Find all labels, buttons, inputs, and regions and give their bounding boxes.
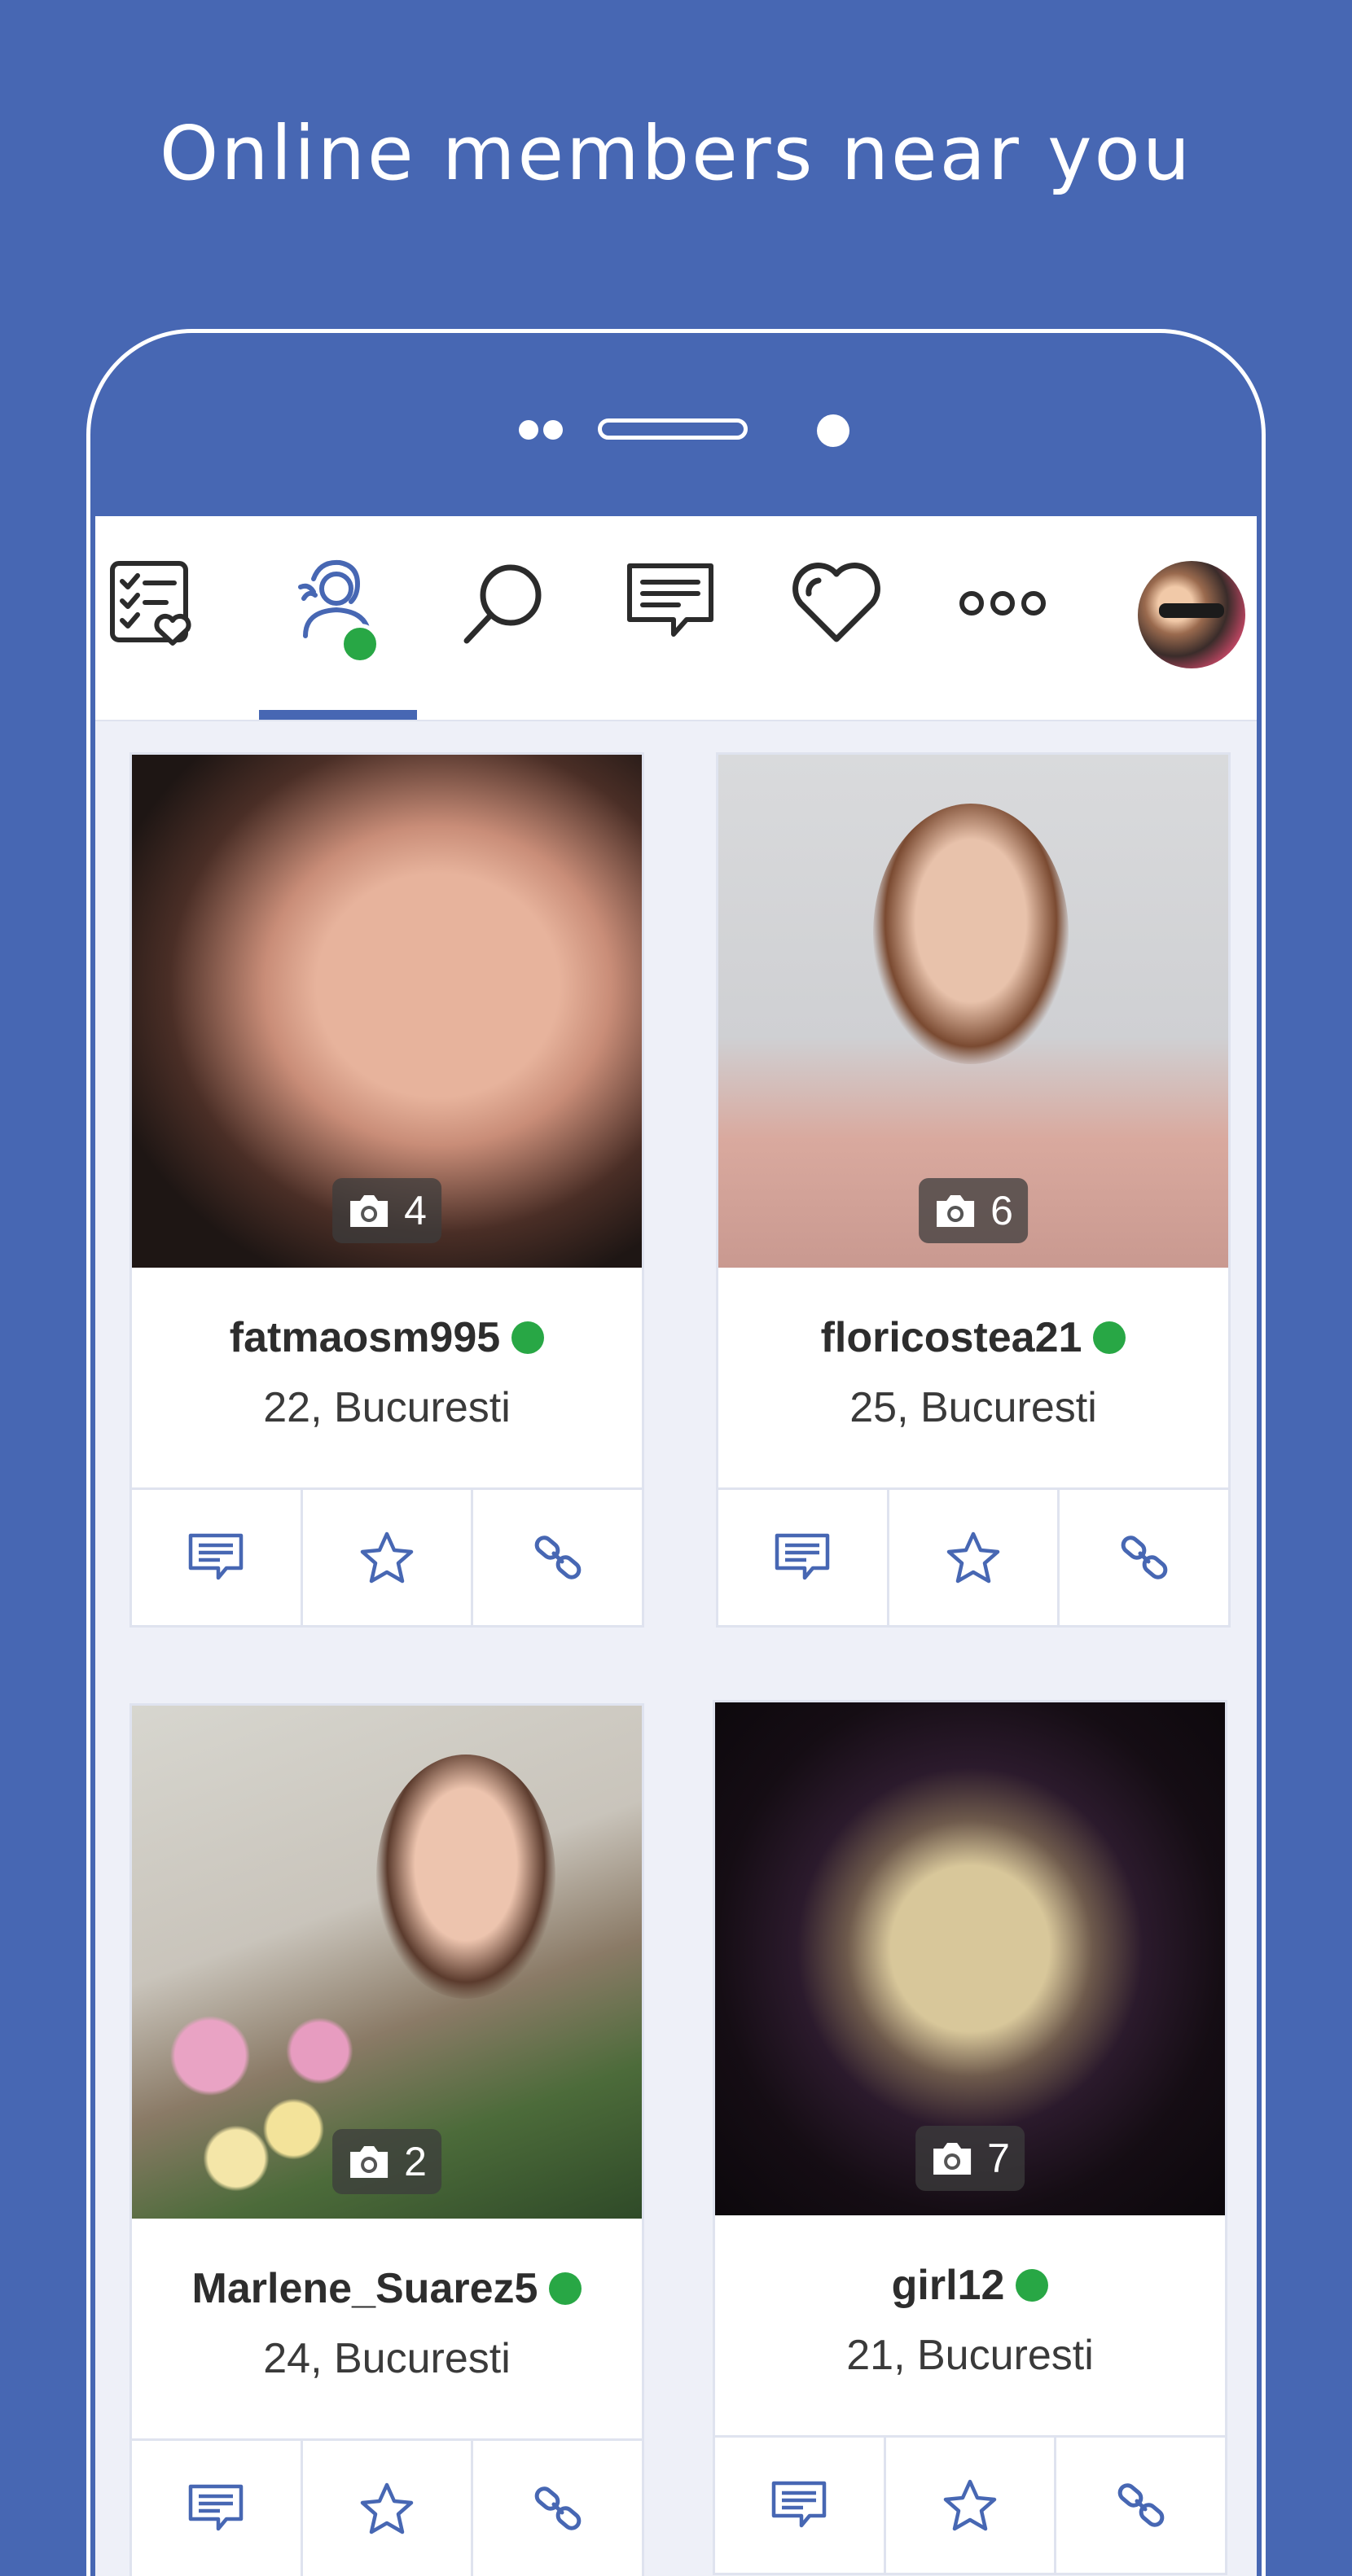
speaker-grille bbox=[598, 418, 748, 440]
nav-item-checklist[interactable] bbox=[95, 550, 209, 656]
front-camera bbox=[817, 414, 849, 447]
nav-item-online-members[interactable] bbox=[281, 550, 395, 664]
connect-button[interactable] bbox=[473, 1490, 642, 1625]
member-age-location: 21, Bucuresti bbox=[846, 2332, 1094, 2379]
member-info: Marlene_Suarez5 24, Bucuresti bbox=[132, 2219, 642, 2438]
nav-item-search[interactable] bbox=[447, 550, 561, 656]
photo-count-badge: 2 bbox=[332, 2129, 441, 2194]
photo-count: 6 bbox=[990, 1188, 1013, 1233]
connect-button[interactable] bbox=[1060, 1490, 1228, 1625]
member-card[interactable]: 6 floricostea21 25, Bucuresti bbox=[716, 752, 1231, 1628]
member-username[interactable]: Marlene_Suarez5 bbox=[192, 2264, 538, 2313]
nav-item-favorites[interactable] bbox=[779, 550, 893, 656]
favorite-button[interactable] bbox=[886, 2438, 1057, 2573]
photo-count-badge: 6 bbox=[919, 1178, 1028, 1243]
avatar-photo bbox=[1159, 603, 1224, 618]
message-button[interactable] bbox=[718, 1490, 889, 1625]
member-name-row: fatmaosm995 bbox=[230, 1313, 545, 1362]
connect-button[interactable] bbox=[473, 2441, 642, 2576]
member-name-row: Marlene_Suarez5 bbox=[192, 2264, 582, 2313]
member-age-location: 24, Bucuresti bbox=[263, 2335, 511, 2382]
camera-icon bbox=[933, 2143, 972, 2175]
online-indicator bbox=[340, 624, 380, 664]
favorite-button[interactable] bbox=[303, 1490, 474, 1625]
camera-dot bbox=[519, 420, 538, 440]
heart-icon bbox=[792, 563, 880, 642]
card-actions bbox=[132, 1487, 642, 1625]
online-dot bbox=[1016, 2269, 1049, 2302]
message-icon bbox=[627, 563, 713, 637]
link-icon bbox=[534, 1536, 582, 1579]
favorite-button[interactable] bbox=[889, 1490, 1060, 1625]
member-age-location: 22, Bucuresti bbox=[263, 1384, 511, 1431]
member-name-row: floricostea21 bbox=[821, 1313, 1126, 1362]
member-username[interactable]: girl12 bbox=[892, 2261, 1005, 2310]
member-info: fatmaosm995 22, Bucuresti bbox=[132, 1268, 642, 1487]
message-button[interactable] bbox=[715, 2438, 886, 2573]
message-icon bbox=[189, 2484, 244, 2531]
connect-button[interactable] bbox=[1056, 2438, 1225, 2573]
selected-tab-indicator bbox=[259, 710, 417, 720]
member-card[interactable]: 7 girl12 21, Bucuresti bbox=[713, 1700, 1227, 2575]
member-info: girl12 21, Bucuresti bbox=[715, 2215, 1225, 2435]
search-icon bbox=[463, 564, 542, 644]
star-icon bbox=[946, 1531, 1000, 1584]
camera-icon bbox=[350, 2146, 388, 2178]
message-icon bbox=[189, 1533, 244, 1580]
camera-dot bbox=[543, 420, 563, 440]
member-photo[interactable]: 2 bbox=[132, 1706, 642, 2219]
message-button[interactable] bbox=[132, 1490, 303, 1625]
online-dot bbox=[1093, 1321, 1126, 1354]
camera-icon bbox=[937, 1195, 975, 1227]
message-icon bbox=[775, 1533, 830, 1580]
member-photo[interactable]: 6 bbox=[718, 755, 1228, 1268]
camera-icon bbox=[350, 1195, 388, 1227]
more-dots-icon bbox=[959, 591, 1046, 616]
nav-item-messages[interactable] bbox=[613, 550, 727, 656]
member-photo[interactable]: 7 bbox=[715, 1702, 1225, 2215]
member-username[interactable]: floricostea21 bbox=[821, 1313, 1082, 1362]
photo-count-badge: 7 bbox=[915, 2126, 1025, 2191]
card-actions bbox=[718, 1487, 1228, 1625]
member-photo[interactable]: 4 bbox=[132, 755, 642, 1268]
star-icon bbox=[943, 2479, 997, 2531]
app-screen: 4 fatmaosm995 22, Bucuresti 6 floricoste… bbox=[95, 516, 1257, 2576]
member-info: floricostea21 25, Bucuresti bbox=[718, 1268, 1228, 1487]
message-icon bbox=[772, 2481, 827, 2528]
link-icon bbox=[534, 2486, 582, 2530]
face-shape bbox=[376, 1755, 555, 1999]
card-actions bbox=[715, 2435, 1225, 2573]
photo-count: 7 bbox=[987, 2136, 1010, 2181]
member-name-row: girl12 bbox=[892, 2261, 1049, 2310]
online-dot bbox=[511, 1321, 545, 1354]
member-age-location: 25, Bucuresti bbox=[849, 1384, 1097, 1431]
top-nav bbox=[95, 516, 1257, 721]
member-card[interactable]: 4 fatmaosm995 22, Bucuresti bbox=[129, 752, 644, 1628]
face-shape bbox=[873, 804, 1069, 1064]
phone-frame: 4 fatmaosm995 22, Bucuresti 6 floricoste… bbox=[86, 329, 1266, 2576]
link-icon bbox=[1117, 2483, 1165, 2527]
member-card[interactable]: 2 Marlene_Suarez5 24, Bucuresti bbox=[129, 1703, 644, 2576]
message-button[interactable] bbox=[132, 2441, 303, 2576]
star-icon bbox=[360, 1531, 414, 1584]
photo-count-badge: 4 bbox=[332, 1178, 441, 1243]
online-dot bbox=[549, 2272, 582, 2305]
photo-count: 2 bbox=[404, 2139, 427, 2184]
headline: Online members near you bbox=[159, 110, 1193, 197]
checklist-heart-icon bbox=[110, 561, 191, 646]
profile-avatar[interactable] bbox=[1138, 561, 1245, 668]
member-username[interactable]: fatmaosm995 bbox=[230, 1313, 500, 1362]
card-actions bbox=[132, 2438, 642, 2576]
photo-count: 4 bbox=[404, 1188, 427, 1233]
nav-item-more[interactable] bbox=[946, 550, 1060, 656]
link-icon bbox=[1121, 1536, 1168, 1579]
star-icon bbox=[360, 2482, 414, 2534]
favorite-button[interactable] bbox=[303, 2441, 474, 2576]
